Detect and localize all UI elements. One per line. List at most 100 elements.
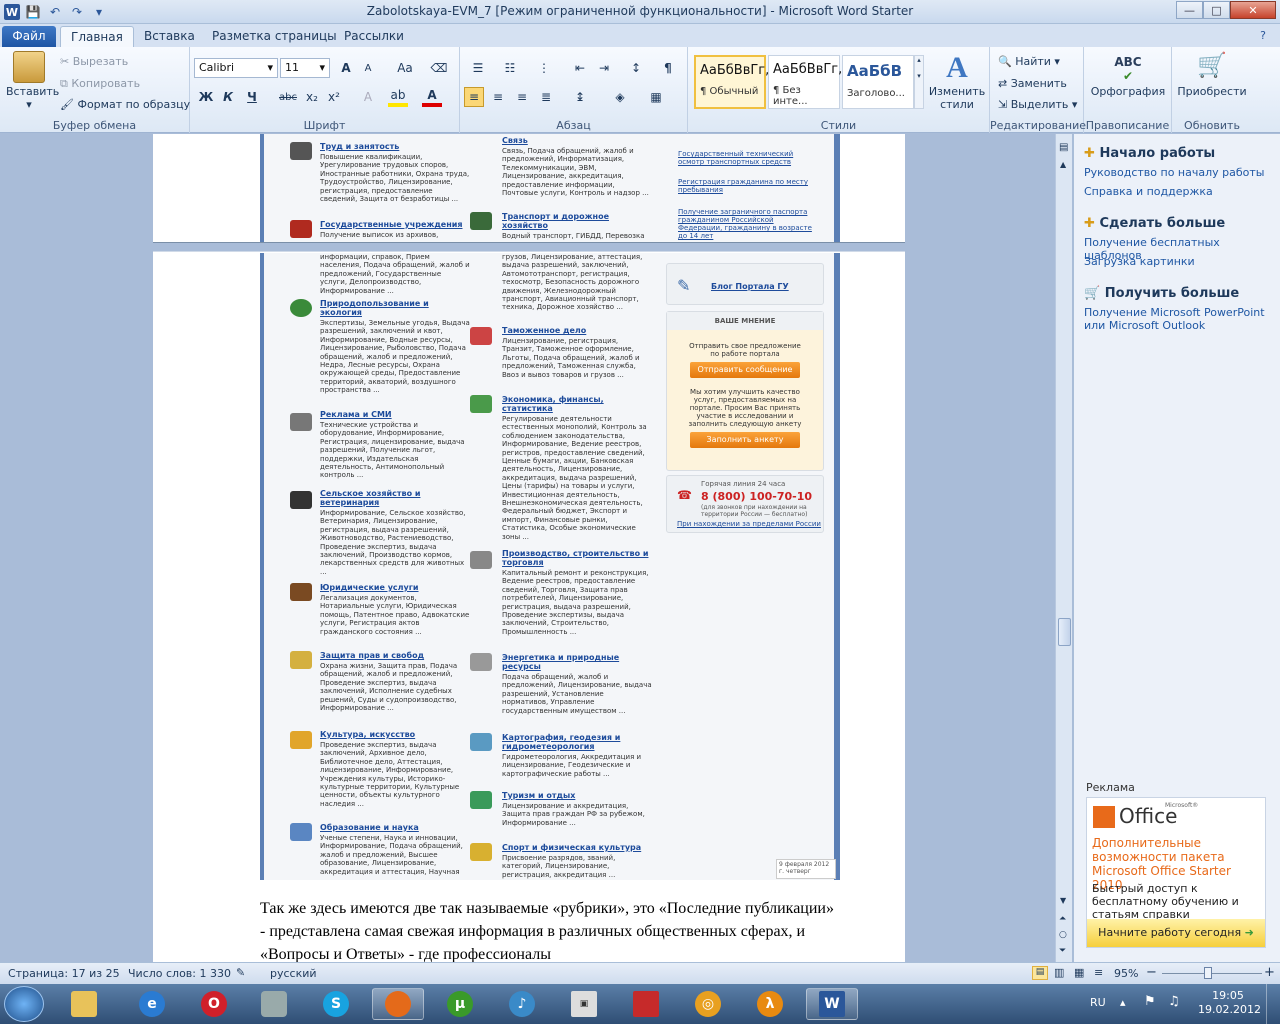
align-right-icon[interactable]: ≡ — [512, 87, 532, 107]
align-left-icon[interactable]: ≡ — [464, 87, 484, 107]
scroll-thumb[interactable] — [1058, 618, 1071, 646]
change-case-button[interactable]: Aa — [390, 58, 420, 78]
justify-icon[interactable]: ≣ — [536, 87, 556, 107]
help-icon[interactable]: ? — [1260, 29, 1266, 42]
borders-icon[interactable]: ▦ — [646, 87, 666, 107]
ad-cta-button[interactable]: Начните работу сегодня ➜ — [1087, 919, 1265, 947]
link-powerpoint-outlook[interactable]: Получение Microsoft PowerPoint или Micro… — [1084, 306, 1274, 332]
document-body-text[interactable]: Так же здесь имеются две так называемые … — [260, 897, 840, 966]
firefox-icon[interactable] — [372, 988, 424, 1020]
tab-insert[interactable]: Вставка — [134, 26, 205, 47]
styles-scroll[interactable]: ▴ ▾ — [914, 55, 924, 109]
superscript-button[interactable]: x² — [324, 87, 344, 107]
numbering-icon[interactable]: ☷ — [500, 58, 520, 78]
ruler-toggle-icon[interactable]: ▤ — [1059, 142, 1068, 153]
zoom-out-button[interactable]: − — [1146, 965, 1157, 980]
find-button[interactable]: 🔍 Найти ▾ — [998, 55, 1060, 68]
align-center-icon[interactable]: ≡ — [488, 87, 508, 107]
replace-button[interactable]: ⇄ Заменить — [998, 77, 1067, 90]
clear-formatting-icon[interactable]: ⌫ — [426, 58, 452, 78]
minimize-button[interactable]: — — [1176, 1, 1203, 19]
zoom-level[interactable]: 95% — [1114, 967, 1138, 980]
tray-arrow-icon[interactable]: ▴ — [1120, 996, 1126, 1009]
decrease-indent-icon[interactable]: ⇤ — [570, 58, 590, 78]
format-painter-button[interactable]: 🖌 Формат по образцу — [60, 98, 190, 111]
highlight-icon[interactable]: ab — [388, 87, 408, 107]
purchase-button[interactable]: 🛒 Приобрести — [1174, 51, 1250, 98]
network-icon[interactable]: ⚑ — [1144, 994, 1156, 1009]
text-effects-icon[interactable]: A — [358, 87, 378, 107]
font-color-icon[interactable]: A — [422, 87, 442, 107]
language-indicator[interactable]: русский — [270, 967, 317, 980]
ie-icon[interactable]: e — [126, 988, 178, 1020]
word-taskbar-icon[interactable]: W — [806, 988, 858, 1020]
copy-button[interactable]: ⧉ Копировать — [60, 77, 140, 91]
style-heading1[interactable]: АаБбВ Заголово... — [842, 55, 914, 109]
camera-icon[interactable] — [248, 988, 300, 1020]
draft-view-icon[interactable]: ≡ — [1094, 966, 1103, 979]
opera-icon[interactable]: O — [188, 988, 240, 1020]
strikethrough-button[interactable]: abc — [276, 87, 300, 107]
skype-icon[interactable]: S — [310, 988, 362, 1020]
link-help-support[interactable]: Справка и поддержка — [1084, 185, 1274, 198]
page-count[interactable]: Страница: 17 из 25 — [8, 967, 120, 980]
next-page-icon[interactable]: ⏷ — [1059, 946, 1066, 956]
web-layout-icon[interactable]: ▦ — [1074, 966, 1084, 979]
line-spacing-icon[interactable]: ↨ — [570, 87, 590, 107]
game-icon[interactable] — [620, 988, 672, 1020]
reading-view-icon[interactable]: ▥ — [1054, 966, 1064, 979]
show-desktop-button[interactable] — [1266, 984, 1280, 1024]
halflife-icon[interactable]: λ — [744, 988, 796, 1020]
clock[interactable]: 19:05 19.02.2012 — [1198, 989, 1261, 1017]
tab-page-layout[interactable]: Разметка страницы — [202, 26, 347, 47]
style-normal[interactable]: АаБбВвГг, ¶ Обычный — [694, 55, 769, 109]
font-size-combo[interactable]: 11 ▾ — [280, 58, 330, 78]
cut-button[interactable]: ✂ Вырезать — [60, 55, 128, 68]
projector-icon[interactable]: ▣ — [558, 988, 610, 1020]
grow-font-button[interactable]: A — [336, 58, 356, 78]
vertical-scrollbar[interactable]: ▤ ▲ ▼ ⏶ ○ ⏷ — [1055, 134, 1072, 962]
print-layout-icon[interactable]: ▤ — [1032, 966, 1048, 980]
spelling-button[interactable]: ABC ✔ Орфография — [1088, 51, 1168, 98]
subscript-button[interactable]: x₂ — [302, 87, 322, 107]
music-icon[interactable]: ♪ — [496, 988, 548, 1020]
multilevel-list-icon[interactable]: ⋮ — [534, 58, 554, 78]
zoom-slider-thumb[interactable] — [1204, 967, 1212, 979]
change-styles-button[interactable]: A Изменить стили — [926, 51, 988, 111]
start-button[interactable] — [4, 986, 44, 1022]
select-button[interactable]: ⇲ Выделить ▾ — [998, 98, 1077, 111]
proofing-status-icon[interactable]: ✎ — [236, 966, 245, 979]
bullets-icon[interactable]: ☰ — [468, 58, 488, 78]
explorer-icon[interactable] — [58, 988, 110, 1020]
paste-button[interactable]: Вставить ▾ — [6, 51, 59, 111]
volume-icon[interactable]: ♫ — [1168, 994, 1180, 1009]
underline-button[interactable]: Ч — [242, 87, 262, 107]
scroll-up-icon[interactable]: ▲ — [1060, 160, 1066, 169]
increase-indent-icon[interactable]: ⇥ — [594, 58, 614, 78]
media-icon[interactable]: ◎ — [682, 988, 734, 1020]
shading-icon[interactable]: ◈ — [610, 87, 630, 107]
tab-home[interactable]: Главная — [60, 26, 134, 47]
browse-object-icon[interactable]: ○ — [1059, 930, 1067, 940]
bold-button[interactable]: Ж — [196, 87, 216, 107]
maximize-button[interactable]: □ — [1203, 1, 1230, 19]
zoom-slider[interactable] — [1162, 973, 1262, 974]
link-start-guide[interactable]: Руководство по началу работы — [1084, 166, 1274, 179]
sort-icon[interactable]: ↕ — [626, 58, 646, 78]
show-marks-button[interactable]: ¶ — [658, 58, 678, 78]
tab-file[interactable]: Файл — [2, 26, 56, 47]
italic-button[interactable]: К — [218, 87, 238, 107]
zoom-in-button[interactable]: + — [1264, 965, 1275, 980]
style-no-spacing[interactable]: АаБбВвГг, ¶ Без инте... — [768, 55, 842, 109]
word-count[interactable]: Число слов: 1 330 — [128, 967, 231, 980]
scroll-down-icon[interactable]: ▼ — [1060, 896, 1066, 905]
tab-mailings[interactable]: Рассылки — [334, 26, 414, 47]
shrink-font-button[interactable]: A — [358, 58, 378, 78]
font-name-combo[interactable]: Calibri ▾ — [194, 58, 278, 78]
office-ad[interactable]: Office Microsoft® Дополнительные возможн… — [1086, 797, 1266, 948]
prev-page-icon[interactable]: ⏶ — [1059, 914, 1066, 924]
utorrent-icon[interactable]: µ — [434, 988, 486, 1020]
link-clipart[interactable]: Загрузка картинки — [1084, 255, 1274, 268]
close-button[interactable]: ✕ — [1230, 1, 1276, 19]
input-language[interactable]: RU — [1090, 996, 1106, 1009]
